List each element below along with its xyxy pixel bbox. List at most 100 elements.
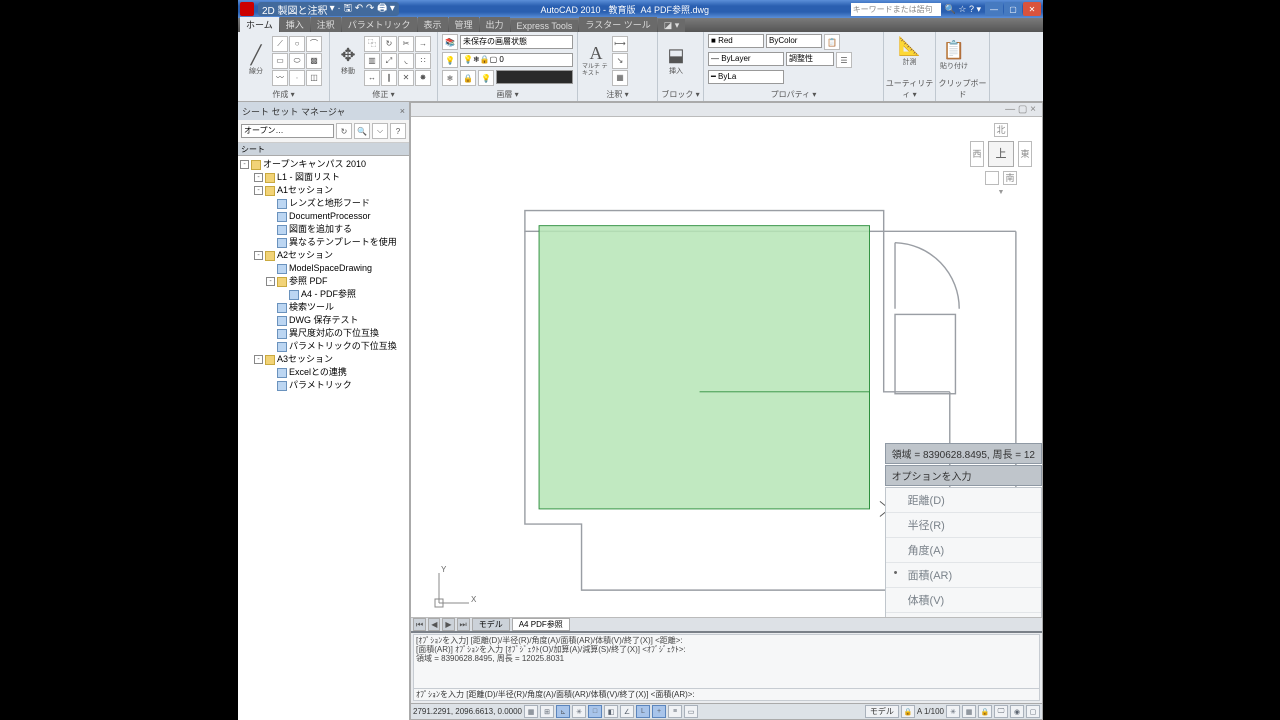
viewcube-south[interactable]: 南 [1003,171,1017,185]
cleanscreen-icon[interactable]: ▢ [1026,705,1040,718]
dim-icon[interactable]: ⟼ [612,36,628,52]
isolate-icon[interactable]: ◉ [1010,705,1024,718]
ribbon-tab-0[interactable]: ホーム [240,17,279,32]
paper-model-toggle[interactable]: モデル [865,705,899,718]
tree-folder[interactable]: -参照 PDF [238,275,409,288]
hardware-accel-icon[interactable]: 🖵 [994,705,1008,718]
annoscale-value[interactable]: A 1/100 [917,707,944,716]
stretch-icon[interactable]: ↔ [364,70,380,86]
ribbon-tab-6[interactable]: 出力 [480,17,510,32]
snap-toggle[interactable]: ▦ [524,705,538,718]
maximize-button[interactable]: ▢ [1004,2,1022,16]
refresh-icon[interactable]: ↻ [336,123,352,139]
table-icon[interactable]: ▦ [612,70,628,86]
close-button[interactable]: ✕ [1023,2,1041,16]
mtext-button[interactable]: Aマルチ テキスト [582,44,610,78]
layerprops-icon[interactable]: 📚 [442,34,458,50]
infocenter-icons[interactable]: 🔍 ☆ ? ▾ [945,4,981,15]
offset-icon[interactable]: ∥ [381,70,397,86]
ortho-toggle[interactable]: ⊾ [556,705,570,718]
arc-icon[interactable]: ⌒ [306,36,322,52]
tree-folder[interactable]: -A3セッション [238,353,409,366]
viewcube-east[interactable]: 東 [1018,141,1032,167]
rect-icon[interactable]: ▭ [272,53,288,69]
toolbar-lock-icon[interactable]: 🔒 [978,705,992,718]
option-item[interactable]: 面積(AR) [886,563,1041,588]
ribbon-tab-4[interactable]: 表示 [418,17,448,32]
layiso-icon[interactable]: 🔒 [460,70,476,86]
ribbon-tab-1[interactable]: 挿入 [280,17,310,32]
viewcube-home-icon[interactable] [985,171,999,185]
coords-readout[interactable]: 2791.2291, 2096.6613, 0.0000 [413,707,522,716]
copy-icon[interactable]: ⿻ [364,36,380,52]
line-button[interactable]: ╱線分 [242,44,270,78]
tree-sheet[interactable]: 図面を追加する [238,223,409,236]
extend-icon[interactable]: → [415,36,431,52]
scale-icon[interactable]: ⤢ [381,53,397,69]
ribbon-tab-3[interactable]: パラメトリック [342,17,417,32]
bycolor-combo[interactable]: ByColor [766,34,822,48]
circle-icon[interactable]: ○ [289,36,305,52]
tree-sheet[interactable]: Excelとの連携 [238,366,409,379]
otrack-toggle[interactable]: ∠ [620,705,634,718]
layout-model-tab[interactable]: モデル [472,618,510,631]
tree-folder[interactable]: -A2セッション [238,249,409,262]
tree-folder[interactable]: -L1 - 図面リスト [238,171,409,184]
tree-sheet[interactable]: DocumentProcessor [238,210,409,223]
mirror-icon[interactable]: ▥ [364,53,380,69]
annoscale-icon[interactable]: 🔒 [901,705,915,718]
command-prompt[interactable]: ｵﾌﾟｼｮﾝを入力 [距離(D)/半径(R)/角度(A)/面積(AR)/体積(V… [413,689,1040,701]
sheetset-tab-sheets[interactable]: シート [238,143,409,156]
fillet-icon[interactable]: ◟ [398,53,414,69]
lwt-toggle[interactable]: ≡ [668,705,682,718]
option-item[interactable]: 角度(A) [886,538,1041,563]
3dosnap-toggle[interactable]: ◧ [604,705,618,718]
zoom-icon[interactable]: 🔍 [354,123,370,139]
ribbon-tab-8[interactable]: ラスター ツール [579,17,656,32]
trim-icon[interactable]: ✂ [398,36,414,52]
props-icon[interactable]: ⌵ [372,123,388,139]
ribbon-tab-extra-icon[interactable]: ◪ ▾ [658,19,686,32]
drawing-area[interactable]: — ▢ × 北 西 上 東 南 ▼ [410,102,1043,720]
tree-sheet[interactable]: 検索ツール [238,301,409,314]
dyn-toggle[interactable]: + [652,705,666,718]
ribbon-tab-2[interactable]: 注釈 [311,17,341,32]
color-combo[interactable]: ■ Red [708,34,764,48]
layfrz-icon[interactable]: ❄ [442,70,458,86]
annovis-icon[interactable]: ✳ [946,705,960,718]
measure-button[interactable]: 📐計測 [896,34,924,68]
layout-first-icon[interactable]: ⏮ [413,618,426,631]
layout-prev-icon[interactable]: ◀ [428,618,440,631]
region-icon[interactable]: ◫ [306,70,322,86]
minimize-button[interactable]: — [985,2,1003,16]
paste-button[interactable]: 📋貼り付け [940,38,968,72]
palette-close-icon[interactable]: × [400,106,405,116]
point-icon[interactable]: ∙ [289,70,305,86]
matchprop-icon[interactable]: 📋 [824,34,840,50]
spline-icon[interactable]: 〰 [272,70,288,86]
leader-icon[interactable]: ↘ [612,53,628,69]
tree-sheet[interactable]: ModelSpaceDrawing [238,262,409,275]
infocenter-search[interactable]: キーワードまたは語句を入力 [851,3,941,16]
layout-tab-1[interactable]: A4 PDF参照 [512,618,570,631]
ribbon-tab-5[interactable]: 管理 [449,17,479,32]
qp-toggle[interactable]: ▭ [684,705,698,718]
osnap-toggle[interactable]: □ [588,705,602,718]
layer-state-combo[interactable]: 未保存の画層状態 [460,35,573,49]
ellipse-icon[interactable]: ⬭ [289,53,305,69]
list-combo[interactable]: 調整性 [786,52,834,66]
ducs-toggle[interactable]: L [636,705,650,718]
tree-sheet[interactable]: 異尺度対応の下位互換 [238,327,409,340]
layon-icon[interactable]: 💡 [478,70,494,86]
option-item[interactable]: 半径(R) [886,513,1041,538]
array-icon[interactable]: ∷ [415,53,431,69]
tree-sheet[interactable]: レンズと地形フード [238,197,409,210]
rotate-icon[interactable]: ↻ [381,36,397,52]
viewcube-menu-icon[interactable]: ▼ [998,189,1005,196]
option-item[interactable]: 体積(V) [886,588,1041,613]
tree-root[interactable]: -オープンキャンパス 2010 [238,158,409,171]
layout-last-icon[interactable]: ⏭ [457,618,470,631]
ws-switch-icon[interactable]: ▦ [962,705,976,718]
tree-sheet[interactable]: 異なるテンプレートを使用 [238,236,409,249]
polar-toggle[interactable]: ✳ [572,705,586,718]
